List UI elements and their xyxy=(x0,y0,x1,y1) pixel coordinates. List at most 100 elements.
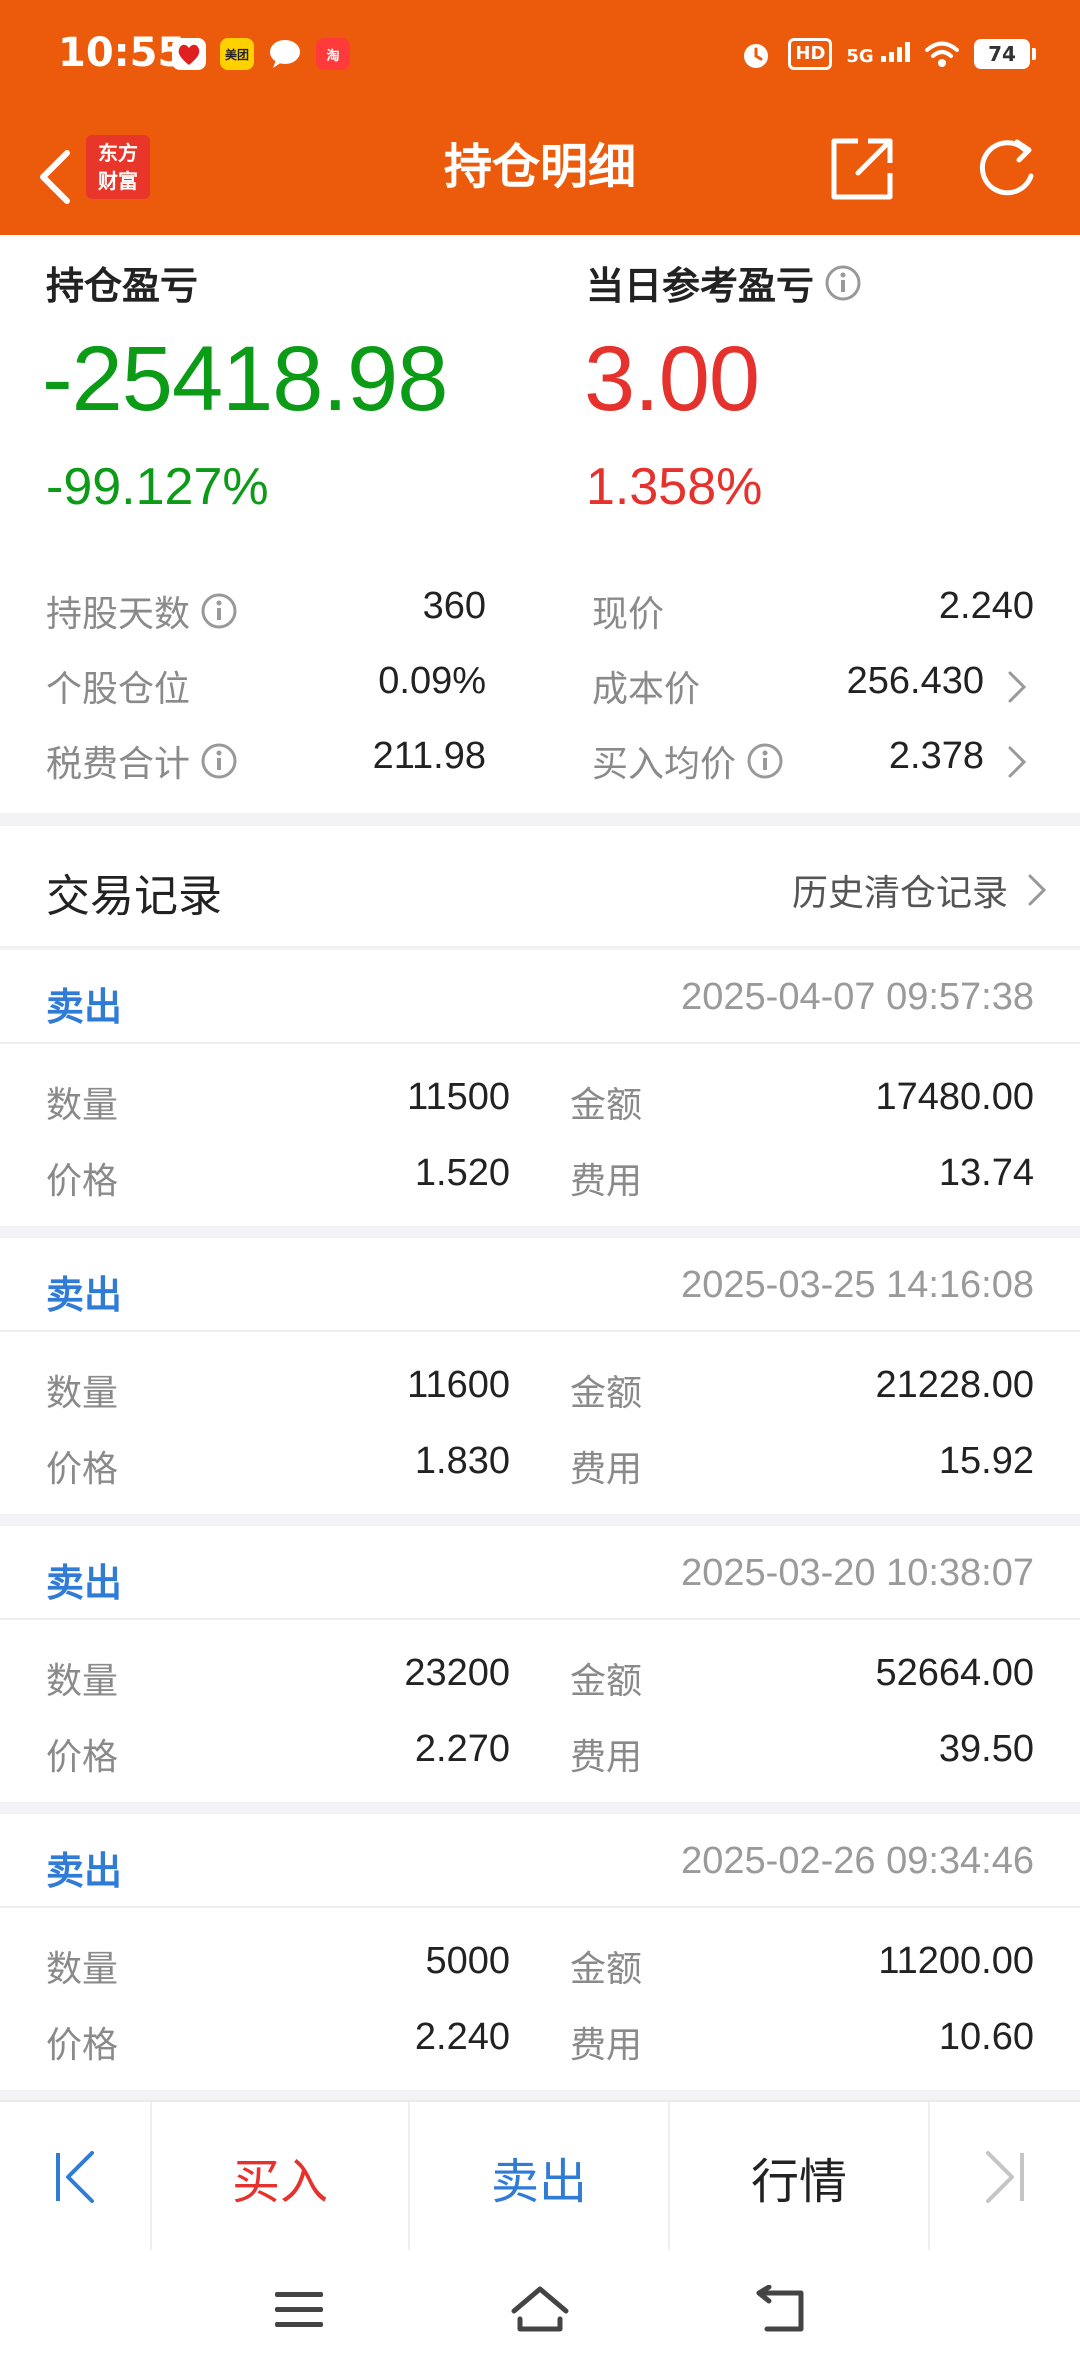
avg-buy-price-label: 买入均价 xyxy=(592,744,737,785)
price-label: 价格 xyxy=(46,1737,119,1778)
brand-logo: 东方 财富 xyxy=(86,135,150,199)
first-stock-button[interactable] xyxy=(0,2102,150,2252)
info-icon[interactable] xyxy=(200,742,238,780)
amount-value: 17480.00 xyxy=(875,1076,1035,1118)
info-icon[interactable] xyxy=(200,592,238,630)
transaction-type: 卖出 xyxy=(46,1561,123,1605)
back-nav-button[interactable] xyxy=(736,2270,826,2350)
share-button[interactable] xyxy=(822,129,902,209)
position-ratio-label: 个股仓位 xyxy=(46,669,191,710)
holding-days-value: 360 xyxy=(422,585,486,627)
position-summary: 持仓盈亏 -25418.98 -99.127% 当日参考盈亏 3.00 1.35… xyxy=(0,235,1080,813)
transaction-header: 卖出 2025-03-25 14:16:08 xyxy=(0,1238,1080,1332)
taobao-app-icon: 淘 xyxy=(316,38,350,70)
message-bubble-icon xyxy=(268,38,302,70)
price-value: 2.270 xyxy=(414,1728,510,1770)
info-icon[interactable] xyxy=(824,264,862,302)
menu-nav-button[interactable] xyxy=(254,2270,344,2350)
records-header: 交易记录 历史清仓记录 xyxy=(0,826,1080,948)
home-icon xyxy=(511,2286,569,2332)
logo-line2: 财富 xyxy=(98,169,138,193)
share-icon xyxy=(831,138,893,200)
avg-buy-price-value[interactable]: 2.378 xyxy=(889,735,984,778)
amount-value: 11200.00 xyxy=(878,1940,1034,1982)
system-nav-bar xyxy=(0,2250,1080,2376)
quantity-value: 11600 xyxy=(407,1364,510,1406)
transaction-time: 2025-03-25 14:16:08 xyxy=(681,1264,1034,1306)
history-link-label: 历史清仓记录 xyxy=(791,873,1008,914)
transaction-type: 卖出 xyxy=(46,985,123,1029)
taobao-red-app-icon xyxy=(172,38,206,70)
signal-5g-icon: 5G xyxy=(846,42,910,66)
status-bar: 10:55 美团 淘 HD 5G 74 xyxy=(0,0,1080,115)
amount-label: 金额 xyxy=(570,1661,643,1702)
tax-fee-value: 211.98 xyxy=(372,735,486,777)
back-button[interactable] xyxy=(20,137,90,217)
daily-pnl-header: 当日参考盈亏 xyxy=(586,255,862,310)
network-label: 5G xyxy=(846,46,874,67)
fee-label: 费用 xyxy=(570,1737,643,1778)
sell-button[interactable]: 卖出 xyxy=(410,2102,668,2252)
records-title: 交易记录 xyxy=(46,871,222,922)
avg-buy-price-label-row: 买入均价 xyxy=(592,735,784,787)
daily-pnl-pct: 1.358% xyxy=(586,458,763,516)
transaction-time: 2025-02-26 09:34:46 xyxy=(681,1840,1034,1882)
chevron-right-icon xyxy=(1028,874,1047,906)
transaction-item[interactable]: 卖出 2025-04-07 09:57:38 数量 11500 金额 17480… xyxy=(0,950,1080,1226)
daily-pnl-value: 3.00 xyxy=(584,328,760,430)
position-ratio-value: 0.09% xyxy=(378,660,486,702)
fee-label: 费用 xyxy=(570,1161,643,1202)
daily-pnl-label: 当日参考盈亏 xyxy=(586,264,815,308)
bottom-action-bar: 买入 卖出 行情 xyxy=(0,2100,1080,2252)
amount-label: 金额 xyxy=(570,1373,643,1414)
cost-price-label: 成本价 xyxy=(592,669,701,710)
price-label: 价格 xyxy=(46,2025,119,2066)
quantity-value: 5000 xyxy=(425,1940,510,1982)
battery-icon: 74 xyxy=(974,39,1036,69)
history-clear-records-link[interactable]: 历史清仓记录 xyxy=(792,864,1050,916)
refresh-icon xyxy=(979,139,1034,196)
fee-value: 15.92 xyxy=(938,1440,1034,1482)
chevron-right-icon[interactable] xyxy=(1006,667,1030,707)
wifi-icon xyxy=(925,41,959,67)
transaction-item[interactable]: 卖出 2025-02-26 09:34:46 数量 5000 金额 11200.… xyxy=(0,1814,1080,2090)
current-price-label: 现价 xyxy=(592,594,665,635)
back-icon xyxy=(756,2285,804,2332)
refresh-button[interactable] xyxy=(968,129,1048,209)
alarm-icon xyxy=(744,44,769,68)
transaction-header: 卖出 2025-04-07 09:57:38 xyxy=(0,950,1080,1044)
fee-label: 费用 xyxy=(570,2025,643,2066)
last-stock-button[interactable] xyxy=(930,2102,1080,2252)
home-nav-button[interactable] xyxy=(495,2270,585,2350)
status-app-icons: 美团 淘 xyxy=(172,38,350,70)
position-pnl-value: -25418.98 xyxy=(42,328,448,430)
price-label: 价格 xyxy=(46,1161,119,1202)
quote-button[interactable]: 行情 xyxy=(670,2102,928,2252)
transaction-time: 2025-04-07 09:57:38 xyxy=(681,976,1034,1018)
quantity-label: 数量 xyxy=(46,1661,119,1702)
price-value: 2.240 xyxy=(414,2016,510,2058)
position-pnl-pct: -99.127% xyxy=(46,458,269,516)
transaction-header: 卖出 2025-03-20 10:38:07 xyxy=(0,1526,1080,1620)
tax-fee-label-row: 税费合计 xyxy=(46,735,238,787)
transaction-time: 2025-03-20 10:38:07 xyxy=(681,1552,1034,1594)
info-icon[interactable] xyxy=(746,742,784,780)
cost-price-value[interactable]: 256.430 xyxy=(847,660,984,703)
transaction-type: 卖出 xyxy=(46,1273,123,1317)
amount-value: 52664.00 xyxy=(875,1652,1035,1694)
chevron-left-icon xyxy=(40,150,70,204)
transaction-item[interactable]: 卖出 2025-03-25 14:16:08 数量 11600 金额 21228… xyxy=(0,1238,1080,1514)
quantity-label: 数量 xyxy=(46,1373,119,1414)
chevron-right-icon[interactable] xyxy=(1006,742,1030,782)
status-time: 10:55 xyxy=(58,30,186,76)
title-bar: 持仓明细 东方 财富 xyxy=(0,115,1080,235)
transaction-item[interactable]: 卖出 2025-03-20 10:38:07 数量 23200 金额 52664… xyxy=(0,1526,1080,1802)
signal-bars-icon xyxy=(881,42,910,62)
holding-days-label: 持股天数 xyxy=(46,594,191,635)
amount-label: 金额 xyxy=(570,1949,643,1990)
holding-days-label-row: 持股天数 xyxy=(46,585,238,637)
quantity-label: 数量 xyxy=(46,1949,119,1990)
price-value: 1.520 xyxy=(414,1152,510,1194)
fee-label: 费用 xyxy=(570,1449,643,1490)
buy-button[interactable]: 买入 xyxy=(152,2102,408,2252)
